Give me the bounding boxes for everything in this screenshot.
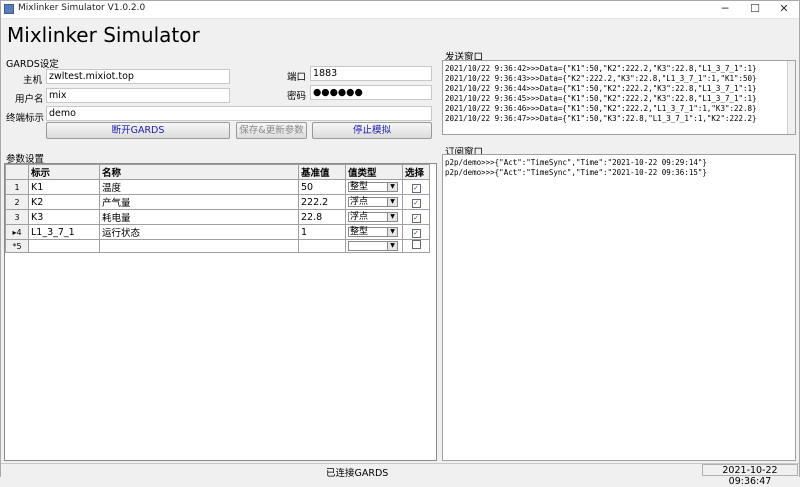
log-line: 2021/10/22 9:36:44>>>Data={"K1":50,"K2":… [445,84,757,93]
minimize-icon[interactable]: ─ [710,1,740,18]
cell-type[interactable]: 浮点 ▼ [345,209,403,225]
table-row[interactable]: 1 K1 温度 50 整型 ▼ ✓ [5,179,430,195]
log-line: 2021/10/22 9:36:43>>>Data={"K2":222.2,"K… [445,74,757,83]
cell-type[interactable]: 整型 ▼ [345,224,403,240]
log-line: 2021/10/22 9:36:46>>>Data={"K1":50,"K2":… [445,104,757,113]
table-row[interactable]: 2 K2 产气量 222.2 浮点 ▼ ✓ [5,194,430,210]
col-header-name[interactable]: 名称 [99,164,299,180]
chevron-down-icon[interactable]: ▼ [387,228,397,236]
chevron-down-icon[interactable]: ▼ [387,198,397,206]
type-select[interactable]: 整型 ▼ [348,227,398,237]
cell-select[interactable]: ✓ [402,194,430,210]
col-header-base[interactable]: 基准值 [298,164,346,180]
host-input[interactable]: zwltest.mixiot.top [46,69,230,84]
cell-name[interactable]: 温度 [99,179,299,195]
send-log-scrollbar[interactable] [787,61,795,134]
cell-id[interactable]: L1_3_7_1 [28,224,100,240]
app-heading: Mixlinker Simulator [7,23,200,47]
user-label: 用户名 [15,94,44,105]
send-log-panel[interactable]: 2021/10/22 9:36:42>>>Data={"K1":50,"K2":… [442,60,796,135]
row-number: 2 [5,194,29,210]
log-line: p2p/demo>>>{"Act":"TimeSync","Time":"202… [445,158,707,167]
app-window: Mixlinker Simulator V1.0.2.0 ─ ☐ ✕ Mixli… [0,0,800,487]
cell-name[interactable]: 运行状态 [99,224,299,240]
log-line: 2021/10/22 9:36:47>>>Data={"K1":50,"K3":… [445,114,757,123]
close-icon[interactable]: ✕ [769,1,799,18]
cell-id[interactable] [28,239,100,253]
subscribe-log-panel[interactable]: p2p/demo>>>{"Act":"TimeSync","Time":"202… [442,154,796,461]
host-label: 主机 [23,75,43,86]
cell-base[interactable]: 222.2 [298,194,346,210]
select-checkbox[interactable]: ✓ [411,198,421,208]
type-select[interactable]: ▼ [348,241,398,251]
chevron-down-icon[interactable]: ▼ [387,213,397,221]
table-row-new[interactable]: *5 ▼ [5,239,430,253]
cell-type[interactable]: 浮点 ▼ [345,194,403,210]
type-select-value: 整型 [350,182,369,192]
row-number: 3 [5,209,29,225]
log-line: p2p/demo>>>{"Act":"TimeSync","Time":"202… [445,168,707,177]
terminal-input[interactable]: demo [46,106,432,121]
type-select[interactable]: 浮点 ▼ [348,197,398,207]
cell-select[interactable]: ✓ [402,179,430,195]
app-icon [4,4,14,14]
cell-type[interactable]: ▼ [345,239,403,253]
col-header-select[interactable]: 选择 [402,164,430,180]
cell-base[interactable]: 22.8 [298,209,346,225]
row-header-corner [5,164,29,180]
col-header-type[interactable]: 值类型 [345,164,403,180]
cell-base[interactable] [298,239,346,253]
cell-base[interactable]: 1 [298,224,346,240]
row-number: 1 [5,179,29,195]
select-checkbox[interactable] [411,240,421,249]
stop-simulation-button[interactable]: 停止模拟 [312,122,432,139]
type-select-value: 浮点 [350,212,369,222]
cell-select[interactable]: ✓ [402,209,430,225]
select-checkbox[interactable]: ✓ [411,183,421,193]
log-line: 2021/10/22 9:36:42>>>Data={"K1":50,"K2":… [445,64,757,73]
cell-id[interactable]: K2 [28,194,100,210]
table-row[interactable]: ▸4 L1_3_7_1 运行状态 1 整型 ▼ ✓ [5,224,430,240]
select-checkbox[interactable]: ✓ [411,213,421,223]
row-number: ▸4 [5,224,29,240]
password-label: 密码 [287,91,307,102]
col-header-id[interactable]: 标示 [28,164,100,180]
type-select-value: 浮点 [350,197,369,207]
grid-header-row: 标示 名称 基准值 值类型 选择 [5,164,430,180]
cell-name[interactable] [99,239,299,253]
cell-id[interactable]: K3 [28,209,100,225]
row-number: *5 [5,239,29,253]
title-bar: Mixlinker Simulator V1.0.2.0 ─ ☐ ✕ [1,1,799,19]
status-datetime: 2021-10-22 09:36:47 [702,464,798,487]
cell-base[interactable]: 50 [298,179,346,195]
cell-name[interactable]: 产气量 [99,194,299,210]
chevron-down-icon[interactable]: ▼ [387,183,397,191]
disconnect-gards-button[interactable]: 断开GARDS [46,122,230,139]
status-bar: 已连接GARDS 2021-10-22 09:36:47 [1,463,799,487]
log-line: 2021/10/22 9:36:45>>>Data={"K1":50,"K2":… [445,94,757,103]
save-update-params-button[interactable]: 保存&更新参数 [236,122,307,139]
cell-name[interactable]: 耗电量 [99,209,299,225]
window-title: Mixlinker Simulator V1.0.2.0 [18,3,146,13]
cell-select[interactable] [402,239,430,253]
cell-id[interactable]: K1 [28,179,100,195]
cell-type[interactable]: 整型 ▼ [345,179,403,195]
maximize-icon[interactable]: ☐ [740,1,770,18]
select-checkbox[interactable]: ✓ [411,228,421,238]
cell-select[interactable]: ✓ [402,224,430,240]
port-label: 端口 [287,72,307,83]
port-input[interactable]: 1883 [310,66,432,81]
gards-group-label: GARDS设定 [6,59,59,70]
type-select[interactable]: 整型 ▼ [348,182,398,192]
password-input[interactable]: ●●●●●● [310,85,432,100]
chevron-down-icon[interactable]: ▼ [387,242,397,250]
type-select-value: 整型 [350,227,369,237]
table-row[interactable]: 3 K3 耗电量 22.8 浮点 ▼ ✓ [5,209,430,225]
terminal-label: 终端标示 [6,113,45,124]
user-input[interactable]: mix [46,88,230,103]
type-select[interactable]: 浮点 ▼ [348,212,398,222]
params-grid[interactable]: 标示 名称 基准值 值类型 选择 1 K1 温度 50 整型 ▼ ✓ 2 K2 产… [4,163,437,461]
